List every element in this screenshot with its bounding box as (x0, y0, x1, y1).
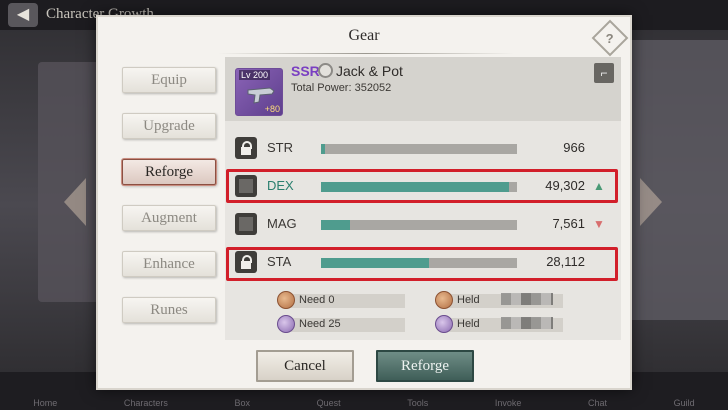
redacted-value (501, 317, 553, 329)
help-icon: ? (606, 30, 614, 46)
weapon-type-icon: ⌐ (594, 63, 614, 83)
cost-label: Held (457, 318, 480, 330)
reforge-button[interactable]: Reforge (376, 350, 474, 382)
nav-chat[interactable]: Chat (588, 398, 607, 408)
shard-icon (277, 315, 295, 333)
tab-enhance[interactable]: Enhance (122, 251, 216, 277)
shard-icon (435, 315, 453, 333)
highlight-box-dex (226, 169, 618, 203)
copper-coin-icon (435, 291, 453, 309)
cost-shard-need: Need 25 (277, 315, 407, 333)
cost-label: Need 0 (299, 294, 335, 306)
tab-runes[interactable]: Runes (122, 297, 216, 323)
modal-title: Gear (348, 27, 380, 44)
copper-coin-icon (277, 291, 295, 309)
tab-reforge[interactable]: Reforge (122, 159, 216, 185)
gun-icon (246, 84, 276, 104)
tab-augment[interactable]: Augment (122, 205, 216, 231)
item-icon[interactable]: Lv 200 +80 (235, 68, 283, 116)
lock-icon (241, 141, 252, 155)
lock-toggle-mag[interactable] (235, 213, 257, 235)
item-header: Lv 200 +80 SSR Jack & Pot Total Power: 3… (225, 57, 621, 121)
stat-value: 966 (563, 140, 585, 155)
unlocked-slot-icon (239, 217, 253, 231)
highlight-box-sta (226, 247, 618, 281)
gear-modal: Gear ? Equip Upgrade Reforge Augment Enh… (96, 15, 632, 390)
cost-label: Held (457, 294, 480, 306)
total-power: Total Power: 352052 (291, 82, 392, 94)
tab-equip[interactable]: Equip (122, 67, 216, 93)
cost-copper-held: Held (435, 291, 565, 309)
stat-row-mag: MAG 7,561 ▼ (225, 209, 621, 239)
cancel-button[interactable]: Cancel (256, 350, 354, 382)
nav-guild[interactable]: Guild (674, 398, 695, 408)
stat-name: MAG (267, 216, 297, 231)
lock-toggle-str[interactable] (235, 137, 257, 159)
cost-copper-need: Need 0 (277, 291, 407, 309)
rank-badge-icon (318, 63, 333, 78)
cost-shard-held: Held (435, 315, 565, 333)
redacted-value (501, 293, 553, 305)
stat-name: STR (267, 140, 293, 155)
stat-bar (321, 144, 517, 154)
stat-bar-fill (321, 144, 325, 154)
tab-upgrade[interactable]: Upgrade (122, 113, 216, 139)
nav-box[interactable]: Box (235, 398, 251, 408)
nav-characters[interactable]: Characters (124, 398, 168, 408)
arrow-down-icon: ▼ (593, 217, 605, 231)
background-left-card (38, 62, 100, 302)
cost-label: Need 25 (299, 318, 341, 330)
item-level: Lv 200 (239, 70, 271, 80)
nav-invoke[interactable]: Invoke (495, 398, 522, 408)
stat-bar (321, 220, 517, 230)
item-bonus: +80 (264, 104, 280, 114)
nav-quest[interactable]: Quest (317, 398, 341, 408)
back-arrow-icon[interactable]: ◀ (8, 3, 38, 27)
rarity-label: SSR (291, 63, 320, 79)
nav-tools[interactable]: Tools (407, 398, 428, 408)
stat-value: 7,561 (552, 216, 585, 231)
stat-bar-fill (321, 220, 351, 230)
nav-home[interactable]: Home (33, 398, 57, 408)
title-divider (218, 53, 514, 54)
stat-row-str: STR 966 (225, 133, 621, 163)
background-right-card (632, 40, 728, 320)
help-button[interactable]: ? (591, 19, 629, 57)
item-name: Jack & Pot (336, 63, 403, 79)
